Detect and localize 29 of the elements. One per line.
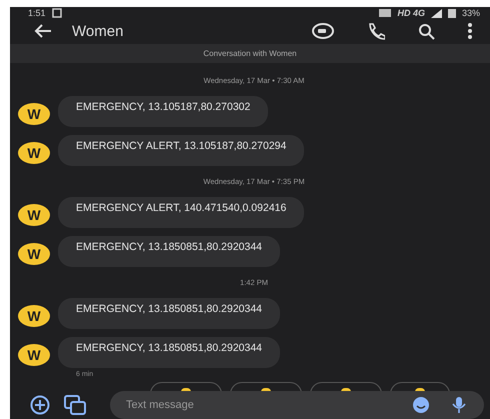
message-bubble[interactable]: EMERGENCY, 13.1850851,80.2920344 [58, 236, 280, 268]
back-icon[interactable] [34, 24, 52, 38]
conversation-title: Women [72, 22, 124, 40]
contact-avatar: W [18, 243, 50, 266]
contact-avatar: W [18, 344, 50, 366]
contact-avatar: W [18, 142, 50, 164]
more-icon[interactable] [468, 23, 472, 40]
message-input[interactable]: Text message [110, 391, 484, 419]
status-time: 1:51 [28, 8, 46, 18]
video-call-icon[interactable] [312, 23, 334, 40]
contact-avatar: W [18, 103, 50, 126]
contact-avatar: W [18, 204, 50, 226]
message-bubble[interactable]: EMERGENCY ALERT, 13.105187,80.270294 [58, 135, 304, 166]
search-icon[interactable] [418, 22, 435, 40]
battery-icon [448, 8, 456, 18]
phone-icon[interactable] [367, 22, 385, 40]
message-bubble[interactable]: EMERGENCY, 13.105187,80.270302 [58, 96, 268, 128]
signal-icon [430, 8, 442, 18]
gallery-icon[interactable] [64, 395, 86, 415]
add-icon[interactable] [30, 395, 50, 415]
microphone-icon[interactable] [452, 396, 466, 414]
network-label: HD 4G [397, 8, 425, 18]
message-bubble[interactable]: EMERGENCY ALERT, 140.471540,0.092416 [58, 197, 304, 228]
battery-level: 33% [462, 8, 480, 18]
message-bubble[interactable]: EMERGENCY, 13.1850851,80.2920344 [58, 337, 280, 368]
contact-avatar: W [18, 305, 50, 328]
message-bubble[interactable]: EMERGENCY, 13.1850851,80.2920344 [58, 298, 280, 330]
conversation-banner: Conversation with Women [10, 44, 490, 64]
emoji-icon[interactable] [412, 396, 430, 414]
